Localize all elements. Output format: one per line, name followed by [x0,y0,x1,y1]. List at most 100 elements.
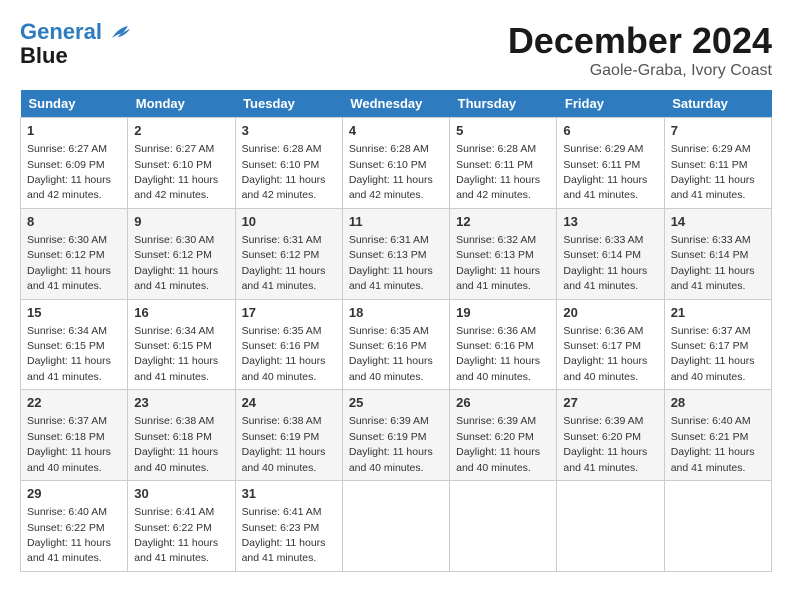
calendar-cell: 11 Sunrise: 6:31 AMSunset: 6:13 PMDayligh… [342,208,449,299]
day-info: Sunrise: 6:36 AMSunset: 6:16 PMDaylight:… [456,325,540,383]
calendar-cell: 31Sunrise: 6:41 AMSunset: 6:23 PMDayligh… [235,481,342,572]
logo-blue: Blue [20,44,132,68]
day-number: 22 [27,394,121,412]
day-info: Sunrise: 6:39 AMSunset: 6:20 PMDaylight:… [456,415,540,473]
location-subtitle: Gaole-Graba, Ivory Coast [508,62,772,80]
calendar-cell: 6Sunrise: 6:29 AMSunset: 6:11 PMDaylight… [557,118,664,209]
calendar-cell: 10 Sunrise: 6:31 AMSunset: 6:12 PMDayligh… [235,208,342,299]
calendar-cell: 29Sunrise: 6:40 AMSunset: 6:22 PMDayligh… [21,481,128,572]
calendar-dow-tuesday: Tuesday [235,90,342,118]
calendar-cell: 5 Sunrise: 6:28 AMSunset: 6:11 PMDaylight… [450,118,557,209]
day-number: 12 [456,213,550,231]
day-info: Sunrise: 6:38 AMSunset: 6:19 PMDaylight:… [242,415,326,473]
day-number: 10 [242,213,336,231]
page-header: General Blue December 2024 Gaole-Graba, … [20,20,772,80]
day-info: Sunrise: 6:35 AMSunset: 6:16 PMDaylight:… [242,325,326,383]
day-number: 11 [349,213,443,231]
day-number: 20 [563,304,657,322]
calendar-cell [664,481,771,572]
day-info: Sunrise: 6:32 AMSunset: 6:13 PMDaylight:… [456,234,540,292]
day-number: 6 [563,122,657,140]
day-info: Sunrise: 6:27 AMSunset: 6:10 PMDaylight:… [134,143,218,201]
day-number: 23 [134,394,228,412]
day-number: 16 [134,304,228,322]
day-number: 14 [671,213,765,231]
calendar-cell: 1Sunrise: 6:27 AMSunset: 6:09 PMDaylight… [21,118,128,209]
calendar-cell: 13 Sunrise: 6:33 AMSunset: 6:14 PMDayligh… [557,208,664,299]
calendar-cell: 24 Sunrise: 6:38 AMSunset: 6:19 PMDayligh… [235,390,342,481]
calendar-cell: 27Sunrise: 6:39 AMSunset: 6:20 PMDayligh… [557,390,664,481]
day-number: 26 [456,394,550,412]
day-info: Sunrise: 6:27 AMSunset: 6:09 PMDaylight:… [27,143,111,201]
day-number: 30 [134,485,228,503]
day-info: Sunrise: 6:39 AMSunset: 6:19 PMDaylight:… [349,415,433,473]
calendar-cell: 12 Sunrise: 6:32 AMSunset: 6:13 PMDayligh… [450,208,557,299]
day-number: 2 [134,122,228,140]
day-info: Sunrise: 6:41 AMSunset: 6:23 PMDaylight:… [242,506,326,564]
calendar-cell: 28 Sunrise: 6:40 AMSunset: 6:21 PMDayligh… [664,390,771,481]
calendar-cell: 9 Sunrise: 6:30 AMSunset: 6:12 PMDaylight… [128,208,235,299]
day-info: Sunrise: 6:34 AMSunset: 6:15 PMDaylight:… [134,325,218,383]
day-info: Sunrise: 6:28 AMSunset: 6:10 PMDaylight:… [349,143,433,201]
day-info: Sunrise: 6:28 AMSunset: 6:10 PMDaylight:… [242,143,326,201]
calendar-cell: 25 Sunrise: 6:39 AMSunset: 6:19 PMDayligh… [342,390,449,481]
calendar-week-row: 15 Sunrise: 6:34 AMSunset: 6:15 PMDayligh… [21,299,772,390]
calendar-cell: 21 Sunrise: 6:37 AMSunset: 6:17 PMDayligh… [664,299,771,390]
calendar-cell: 19 Sunrise: 6:36 AMSunset: 6:16 PMDayligh… [450,299,557,390]
day-number: 24 [242,394,336,412]
day-info: Sunrise: 6:40 AMSunset: 6:21 PMDaylight:… [671,415,755,473]
day-info: Sunrise: 6:37 AMSunset: 6:17 PMDaylight:… [671,325,755,383]
day-info: Sunrise: 6:31 AMSunset: 6:13 PMDaylight:… [349,234,433,292]
day-info: Sunrise: 6:28 AMSunset: 6:11 PMDaylight:… [456,143,540,201]
day-number: 27 [563,394,657,412]
logo-bird-icon [110,24,132,42]
day-info: Sunrise: 6:30 AMSunset: 6:12 PMDaylight:… [134,234,218,292]
day-number: 21 [671,304,765,322]
calendar-week-row: 8Sunrise: 6:30 AMSunset: 6:12 PMDaylight… [21,208,772,299]
calendar-cell: 2 Sunrise: 6:27 AMSunset: 6:10 PMDaylight… [128,118,235,209]
day-info: Sunrise: 6:34 AMSunset: 6:15 PMDaylight:… [27,325,111,383]
calendar-table: SundayMondayTuesdayWednesdayThursdayFrid… [20,90,772,572]
day-number: 17 [242,304,336,322]
day-info: Sunrise: 6:31 AMSunset: 6:12 PMDaylight:… [242,234,326,292]
calendar-cell: 14 Sunrise: 6:33 AMSunset: 6:14 PMDayligh… [664,208,771,299]
day-info: Sunrise: 6:29 AMSunset: 6:11 PMDaylight:… [671,143,755,201]
day-number: 9 [134,213,228,231]
calendar-week-row: 22 Sunrise: 6:37 AMSunset: 6:18 PMDayligh… [21,390,772,481]
day-number: 25 [349,394,443,412]
logo-text: General [20,20,132,44]
calendar-header-row: SundayMondayTuesdayWednesdayThursdayFrid… [21,90,772,118]
calendar-dow-monday: Monday [128,90,235,118]
calendar-week-row: 29Sunrise: 6:40 AMSunset: 6:22 PMDayligh… [21,481,772,572]
calendar-cell: 20Sunrise: 6:36 AMSunset: 6:17 PMDayligh… [557,299,664,390]
day-info: Sunrise: 6:33 AMSunset: 6:14 PMDaylight:… [671,234,755,292]
calendar-cell: 17 Sunrise: 6:35 AMSunset: 6:16 PMDayligh… [235,299,342,390]
day-info: Sunrise: 6:40 AMSunset: 6:22 PMDaylight:… [27,506,111,564]
day-number: 3 [242,122,336,140]
calendar-week-row: 1Sunrise: 6:27 AMSunset: 6:09 PMDaylight… [21,118,772,209]
calendar-dow-friday: Friday [557,90,664,118]
day-info: Sunrise: 6:41 AMSunset: 6:22 PMDaylight:… [134,506,218,564]
day-number: 5 [456,122,550,140]
calendar-cell: 18Sunrise: 6:35 AMSunset: 6:16 PMDayligh… [342,299,449,390]
month-year-title: December 2024 [508,20,772,62]
day-number: 15 [27,304,121,322]
day-number: 28 [671,394,765,412]
calendar-cell: 15 Sunrise: 6:34 AMSunset: 6:15 PMDayligh… [21,299,128,390]
calendar-cell: 26 Sunrise: 6:39 AMSunset: 6:20 PMDayligh… [450,390,557,481]
day-number: 4 [349,122,443,140]
day-info: Sunrise: 6:37 AMSunset: 6:18 PMDaylight:… [27,415,111,473]
calendar-cell: 30 Sunrise: 6:41 AMSunset: 6:22 PMDayligh… [128,481,235,572]
calendar-cell [342,481,449,572]
calendar-cell: 3 Sunrise: 6:28 AMSunset: 6:10 PMDaylight… [235,118,342,209]
day-number: 18 [349,304,443,322]
calendar-dow-sunday: Sunday [21,90,128,118]
day-number: 19 [456,304,550,322]
day-number: 7 [671,122,765,140]
logo: General Blue [20,20,132,68]
day-info: Sunrise: 6:30 AMSunset: 6:12 PMDaylight:… [27,234,111,292]
day-info: Sunrise: 6:38 AMSunset: 6:18 PMDaylight:… [134,415,218,473]
calendar-cell: 23 Sunrise: 6:38 AMSunset: 6:18 PMDayligh… [128,390,235,481]
day-info: Sunrise: 6:33 AMSunset: 6:14 PMDaylight:… [563,234,647,292]
day-number: 13 [563,213,657,231]
